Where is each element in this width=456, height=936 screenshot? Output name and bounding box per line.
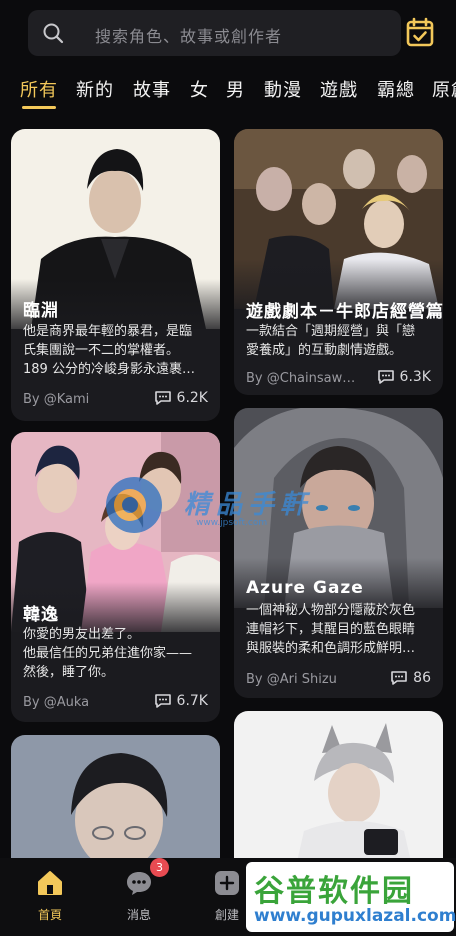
card-description: 他是商界最年輕的暴君，是臨 氏集團說一不二的掌權者。 189 公分的冷峻身影永遠… — [23, 324, 195, 377]
calendar-check-icon[interactable] — [406, 17, 434, 47]
search-input[interactable]: 搜索角色、故事或創作者 — [95, 23, 282, 47]
search-bar[interactable]: 搜索角色、故事或創作者 — [28, 10, 401, 56]
chat-bubble-icon — [377, 370, 394, 384]
tab-female[interactable]: 女 — [190, 76, 209, 102]
create-icon — [215, 871, 239, 895]
unread-badge: 3 — [150, 858, 169, 877]
active-tab-indicator — [22, 106, 56, 109]
character-card[interactable]: 遊戲劇本－牛郎店經營篇 一款結合「週期經營」與「戀 愛養成」的互動劇情遊戲。 B… — [234, 129, 443, 395]
card-title: 遊戲劇本－牛郎店經營篇 — [246, 302, 443, 322]
chat-bubble-icon — [154, 391, 171, 405]
watermark-logo-icon — [106, 477, 162, 533]
tab-game[interactable]: 遊戲 — [320, 76, 358, 102]
nav-home[interactable]: 首頁 — [15, 858, 85, 936]
tab-ceo[interactable]: 霸總 — [377, 76, 415, 102]
category-tabs: 所有 新的 故事 女 男 動漫 遊戲 霸總 原創 — [0, 70, 456, 110]
tab-story[interactable]: 故事 — [133, 76, 171, 102]
card-author[interactable]: By @Chainsaw… — [246, 371, 355, 386]
home-icon — [38, 871, 62, 895]
card-title: Azure Gaze — [246, 578, 364, 598]
character-card[interactable]: Azure Gaze 一個神秘人物部分隱蔽於灰色 連帽衫下，其醒目的藍色眼睛 與… — [234, 408, 443, 698]
card-title: 韓逸 — [23, 605, 59, 625]
chat-bubble-icon — [154, 694, 171, 708]
tab-male[interactable]: 男 — [226, 76, 245, 102]
chat-count: 6.3K — [377, 369, 431, 385]
card-description: 你愛的男友出差了。 他最信任的兄弟住進你家—— 然後，睡了你。 — [23, 627, 193, 680]
card-title: 臨淵 — [23, 301, 59, 321]
tab-new[interactable]: 新的 — [76, 76, 114, 102]
tab-all[interactable]: 所有 — [20, 76, 58, 102]
character-portrait — [11, 735, 220, 875]
card-description: 一個神秘人物部分隱蔽於灰色 連帽衫下，其醒目的藍色眼睛 與服裝的柔和色調形成鮮明… — [246, 603, 416, 656]
chat-count: 6.2K — [154, 390, 208, 406]
message-icon — [127, 872, 151, 895]
tab-original[interactable]: 原創 — [432, 76, 456, 102]
chat-count: 86 — [390, 670, 431, 686]
character-portrait — [234, 711, 443, 875]
card-author[interactable]: By @Ari Shizu — [246, 672, 337, 687]
character-card[interactable] — [234, 711, 443, 875]
character-card[interactable]: 臨淵 他是商界最年輕的暴君，是臨 氏集團說一不二的掌權者。 189 公分的冷峻身… — [11, 129, 220, 421]
card-description: 一款結合「週期經營」與「戀 愛養成」的互動劇情遊戲。 — [246, 324, 416, 358]
card-author[interactable]: By @Auka — [23, 695, 89, 710]
chat-count: 6.7K — [154, 693, 208, 709]
nav-messages[interactable]: 3 消息 — [104, 858, 174, 936]
character-card[interactable] — [11, 735, 220, 875]
search-icon — [43, 23, 64, 44]
card-author[interactable]: By @Kami — [23, 392, 89, 407]
tab-anime[interactable]: 動漫 — [264, 76, 302, 102]
watermark-bottom: 谷普软件园 www.gupuxlazal.com — [246, 862, 456, 932]
watermark-center: 精品手軒 www.jpsoft.com — [96, 470, 336, 540]
chat-bubble-icon — [391, 671, 407, 685]
